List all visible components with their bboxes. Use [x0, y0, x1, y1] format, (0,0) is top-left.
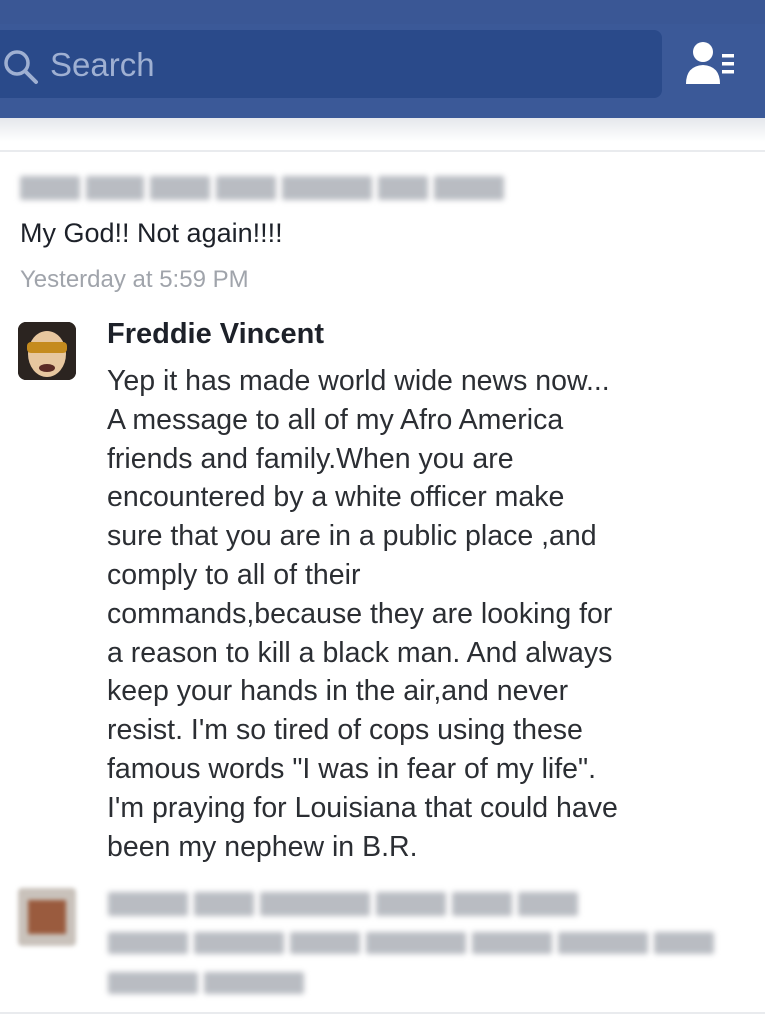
header-shadow: [0, 118, 765, 142]
reply-line: resist. I'm so tired of cops using these: [107, 714, 583, 747]
status-strip: [0, 0, 765, 24]
author-name[interactable]: Freddie Vincent: [107, 318, 324, 351]
avatar[interactable]: [18, 322, 76, 380]
redacted-avatar: [18, 888, 76, 946]
friend-requests-icon[interactable]: [684, 40, 736, 86]
reply-line: friends and family.When you are: [107, 442, 514, 475]
redacted-text: [108, 932, 718, 954]
reply-line: keep your hands in the air,and never: [107, 675, 569, 708]
reply-line: encountered by a white officer make: [107, 481, 565, 514]
comment-text: My God!! Not again!!!!: [20, 218, 283, 248]
reply-body: Yep it has made world wide news now... A…: [107, 362, 757, 866]
search-placeholder[interactable]: Search: [50, 46, 155, 84]
redacted-text: [108, 972, 318, 994]
search-icon[interactable]: [2, 48, 40, 86]
reply-line: a reason to kill a black man. And always: [107, 636, 613, 669]
redacted-name: [108, 892, 588, 916]
divider: [0, 1012, 765, 1014]
reply-line: I'm praying for Louisiana that could hav…: [107, 791, 618, 824]
redacted-name: [20, 176, 510, 200]
comment-timestamp[interactable]: Yesterday at 5:59 PM: [20, 266, 249, 294]
reply-line: Yep it has made world wide news now...: [107, 365, 610, 397]
top-navigation-bar: Search: [0, 0, 765, 118]
reply-line: A message to all of my Afro America: [107, 403, 564, 436]
reply-line: famous words "I was in fear of my life".: [107, 752, 597, 785]
reply-line: comply to all of their: [107, 558, 361, 591]
divider: [0, 150, 765, 152]
profile-photo-icon: [18, 322, 76, 380]
reply-line: sure that you are in a public place ,and: [107, 520, 597, 553]
reply-line: commands,because they are looking for: [107, 597, 613, 630]
reply-line: been my nephew in B.R.: [107, 830, 418, 863]
